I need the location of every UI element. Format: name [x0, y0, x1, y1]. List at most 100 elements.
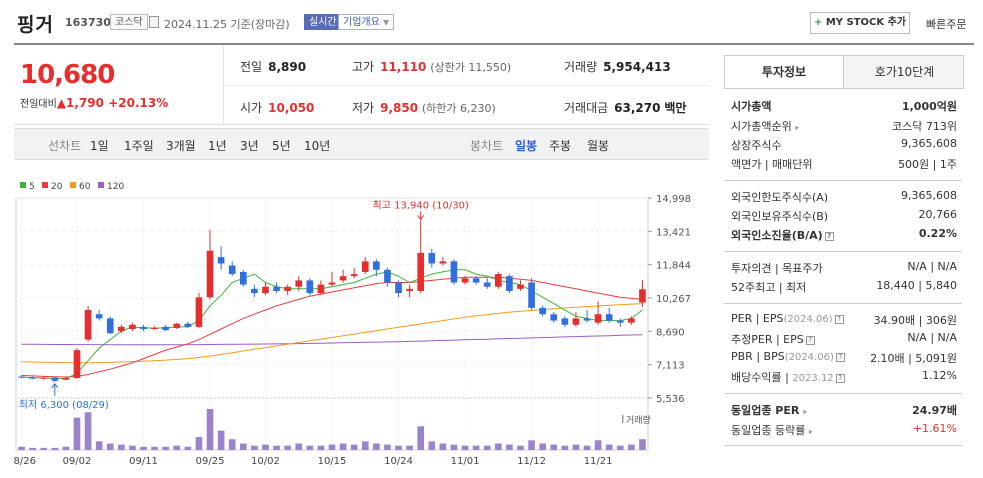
volume-bar: [395, 445, 402, 450]
tab-3year[interactable]: 3년: [240, 137, 259, 154]
price-chart[interactable]: 14,998 13,421 11,844 10,267 8,690 7,113 5,536 0…: [7, 172, 709, 475]
candle-body: [162, 326, 170, 331]
candle-body: [583, 318, 591, 321]
legend-swatch-ma120: [98, 182, 104, 188]
stock-name: 핑거: [17, 14, 54, 36]
candle-body: [51, 377, 59, 381]
volume-legend-marker: [622, 415, 624, 423]
tab-weekly[interactable]: 주봉: [549, 137, 571, 154]
volume-bar: [195, 437, 203, 450]
foreign-limit-row: 외국인한도주식수(A) 9,365,608: [731, 189, 957, 205]
volume-bar: [129, 445, 136, 450]
candle-body: [528, 282, 535, 308]
opinion-label: 투자의견 | 목표주가: [731, 262, 823, 275]
candle-chart-label[interactable]: 봉차트: [470, 137, 503, 154]
info-divider: [724, 393, 962, 394]
y-tick-label: 14,998: [656, 194, 691, 205]
volume-bar: [361, 441, 369, 450]
week52-row: 52주최고 | 최저 18,440 | 5,840: [731, 279, 957, 295]
x-tick-label: 09/11: [129, 456, 158, 467]
y-tick-label: 5,536: [656, 394, 685, 405]
volume-bar: [628, 444, 635, 450]
pbr-value: 2.10배 | 5,091원: [870, 352, 957, 365]
x-tick-label: 10/24: [384, 456, 413, 467]
x-tick-label: 09/02: [63, 456, 92, 467]
y-tick-label: 7,113: [656, 361, 685, 372]
est-per-row: 추정PER | EPS? N/A | N/A: [731, 331, 957, 347]
shares-value: 9,365,608: [901, 137, 957, 150]
legend-swatch-ma20: [42, 182, 48, 188]
plus-icon: +: [813, 17, 823, 28]
line-chart-label[interactable]: 선차트: [48, 137, 81, 154]
help-icon[interactable]: ?: [834, 314, 844, 324]
tab-1week[interactable]: 1주일: [124, 137, 154, 154]
tab-1year[interactable]: 1년: [208, 137, 227, 154]
help-icon[interactable]: ?: [824, 231, 834, 241]
volume-value: 5,954,413: [603, 60, 671, 74]
volume-bar: [51, 447, 59, 450]
volume-bar: [140, 446, 147, 450]
realtime-badge[interactable]: 실시간: [304, 14, 342, 30]
candle-body: [461, 278, 469, 283]
dividend-row: 배당수익률 | 2023.12? 1.12%: [731, 369, 957, 385]
volume-bar: [494, 443, 502, 450]
candle-body: [550, 314, 558, 321]
info-divider: [724, 180, 962, 181]
candle-body: [106, 318, 114, 334]
base-date: 2024.11.25 기준(장마감): [164, 18, 290, 31]
tab-10year[interactable]: 10년: [304, 137, 330, 154]
tab-order-book[interactable]: 호가10단계: [845, 56, 964, 88]
volume-bar: [29, 447, 36, 450]
help-icon[interactable]: ?: [805, 335, 815, 345]
candle-body: [406, 288, 413, 291]
investment-info-panel: 투자정보 호가10단계 시가총액 1,000억원 시가총액순위 ▸ 코스닥 713위…: [724, 55, 964, 475]
candle-body: [206, 250, 214, 298]
tab-monthly[interactable]: 월봉: [587, 137, 609, 154]
volume-bar: [228, 439, 236, 450]
stock-code: 163730: [65, 16, 111, 29]
candle-body: [395, 282, 402, 294]
tab-daily[interactable]: 일봉: [515, 137, 537, 154]
candle-body: [140, 326, 147, 330]
my-stock-label: MY STOCK 추가: [825, 17, 907, 28]
help-icon[interactable]: ?: [835, 373, 845, 383]
volume-bar: [84, 412, 92, 450]
tab-1day[interactable]: 1일: [90, 137, 109, 154]
volume-bar: [528, 440, 535, 450]
volume-bar: [561, 445, 569, 450]
price-chart-svg: 14,998 13,421 11,844 10,267 8,690 7,113 5,536 0…: [7, 182, 691, 467]
volume-bar: [18, 446, 25, 450]
legend-label-ma20: 20: [51, 182, 63, 192]
dividend-label: 배당수익률 | 2023.12?: [731, 369, 845, 385]
volume-bar: [373, 443, 380, 450]
tab-investment-info[interactable]: 투자정보: [725, 56, 844, 88]
open-label: 시가: [240, 101, 263, 115]
candle-body: [616, 320, 624, 323]
volume-bar: [406, 445, 413, 450]
info-tabs: 투자정보 호가10단계: [724, 55, 964, 89]
x-tick-label: 11/21: [584, 456, 613, 467]
my-stock-add-button[interactable]: + MY STOCK 추가: [810, 12, 910, 34]
volume-bar: [173, 445, 181, 450]
tab-5year[interactable]: 5년: [272, 137, 291, 154]
sector-per-label: 동일업종 PER ▸: [731, 402, 807, 418]
tab-3month[interactable]: 3개월: [166, 137, 196, 154]
help-icon[interactable]: ?: [835, 352, 845, 362]
chevron-down-icon: ▼: [383, 18, 390, 27]
candle-body: [18, 376, 25, 378]
legend-swatch-ma5: [20, 182, 26, 188]
volume-bar: [417, 426, 425, 450]
sector-per-value: 24.97배: [912, 404, 957, 417]
amount-value: 63,270: [614, 101, 661, 115]
x-tick-label: 10/02: [251, 456, 280, 467]
foreign-limit-value: 9,365,608: [901, 189, 957, 202]
lower-limit: (하한가 6,230): [421, 102, 496, 115]
x-tick-label: 11/01: [451, 456, 480, 467]
company-overview-dropdown[interactable]: 기업개요 ▼: [338, 14, 395, 30]
est-per-label: 추정PER | EPS?: [731, 331, 815, 347]
quick-order-button[interactable]: 빠른주문: [926, 16, 966, 32]
dividend-value: 1.12%: [922, 369, 957, 382]
low-annotation: 최저 6,300 (08/29): [19, 399, 109, 411]
volume-bar: [605, 444, 613, 450]
volume-bar: [639, 439, 646, 450]
